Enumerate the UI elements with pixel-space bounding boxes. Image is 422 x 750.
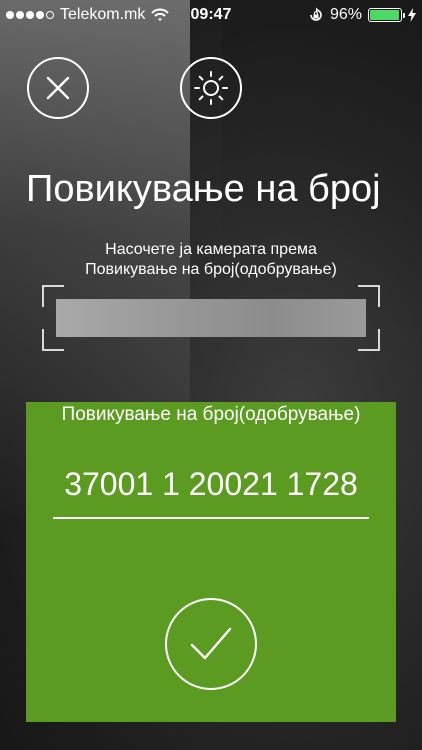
page-title: Повикување на број [26, 168, 381, 210]
brightness-icon [194, 71, 228, 105]
scan-area [56, 299, 366, 337]
confirm-button[interactable] [165, 598, 257, 690]
charging-icon [408, 8, 416, 22]
reference-number-input[interactable]: 37001 1 20021 1728 [26, 466, 396, 503]
scanner-screen: Telekom.mk 09:47 96% Повикување на број … [0, 0, 422, 750]
checkmark-icon [190, 627, 232, 660]
status-right: 96% [308, 6, 416, 24]
instruction-line-2: Повикување на број(одобрување) [85, 261, 337, 278]
battery-level [370, 10, 399, 20]
battery-percent: 96% [329, 6, 362, 23]
reference-number-label: Повикување на број(одобрување) [61, 404, 361, 425]
brightness-button[interactable] [180, 57, 242, 119]
close-button[interactable] [27, 57, 89, 119]
instruction-line-1: Насочете ја камерата према [105, 241, 317, 258]
input-underline [53, 517, 369, 519]
status-bar: Telekom.mk 09:47 96% [0, 0, 422, 30]
battery-icon [368, 8, 405, 22]
scanner-frame [42, 285, 380, 351]
camera-instruction: Насочете ја камерата према Повикување на… [0, 240, 422, 280]
orientation-lock-icon [310, 7, 322, 21]
close-icon [46, 76, 70, 100]
